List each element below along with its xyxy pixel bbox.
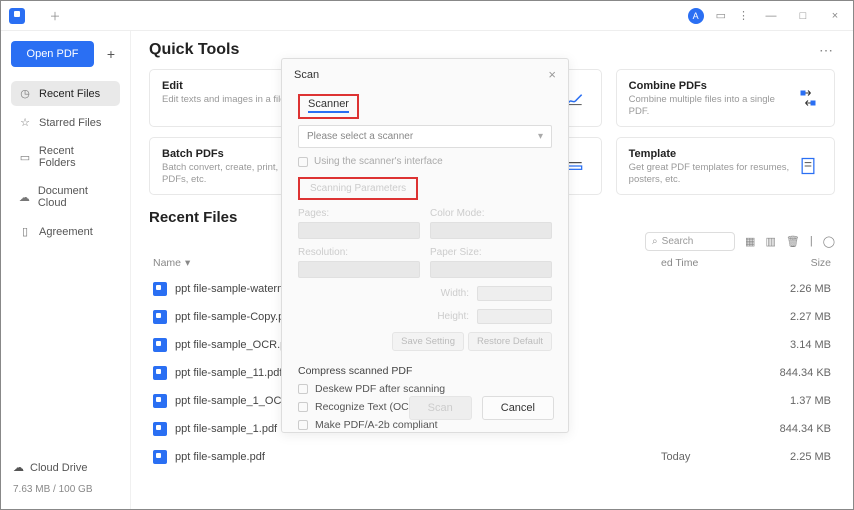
sidebar-item-agreement[interactable]: ▯ Agreement (11, 219, 120, 244)
close-icon[interactable]: × (548, 67, 556, 82)
sort-icon[interactable]: | (810, 235, 813, 248)
open-pdf-button[interactable]: Open PDF (11, 41, 94, 67)
file-name: ppt file-sample.pdf (175, 451, 661, 463)
sidebar-item-label: Agreement (39, 226, 93, 238)
tool-title: Combine PDFs (629, 80, 794, 92)
kebab-menu-icon[interactable]: ⋮ (738, 9, 749, 22)
height-label: Height: (429, 311, 469, 322)
file-size: 1.37 MB (761, 395, 831, 407)
comment-icon[interactable]: ▭ (716, 9, 726, 22)
sidebar-item-label: Recent Files (39, 88, 100, 100)
clock-icon: ◷ (18, 87, 32, 100)
more-dots-button[interactable]: ⋯ (819, 42, 835, 59)
sidebar-item-label: Starred Files (39, 117, 101, 129)
scan-dialog: Scan × Scanner Please select a scanner ▾… (281, 58, 569, 433)
sidebar-item-starred-files[interactable]: ☆ Starred Files (11, 110, 120, 135)
scanning-parameters-highlight: Scanning Parameters (298, 177, 418, 200)
cloud-drive-link[interactable]: ☁ Cloud Drive (11, 455, 120, 480)
file-icon (153, 338, 167, 352)
checkbox-icon (298, 402, 308, 412)
file-icon (153, 422, 167, 436)
file-size: 844.34 KB (761, 367, 831, 379)
restore-default-button[interactable]: Restore Default (468, 332, 552, 351)
tool-card-template[interactable]: Template Get great PDF templates for res… (616, 137, 835, 195)
file-icon (153, 450, 167, 464)
file-size: 2.26 MB (761, 283, 831, 295)
sidebar: Open PDF + ◷ Recent Files ☆ Starred File… (1, 31, 131, 509)
checkbox-icon (298, 420, 308, 430)
height-input[interactable] (477, 309, 552, 324)
paper-size-input[interactable] (430, 261, 552, 278)
resolution-input[interactable] (298, 261, 420, 278)
chevron-down-icon: ▾ (538, 131, 543, 142)
tool-card-combine-pdfs[interactable]: Combine PDFs Combine multiple files into… (616, 69, 835, 127)
trash-icon[interactable]: 🗑 (786, 235, 800, 248)
doc-icon: ▯ (18, 225, 32, 238)
color-mode-input[interactable] (430, 222, 552, 239)
scanner-select[interactable]: Please select a scanner ▾ (298, 125, 552, 148)
storage-text: 7.63 MB / 100 GB (11, 480, 120, 499)
deskew-checkbox[interactable]: Deskew PDF after scanning (298, 383, 552, 395)
width-input[interactable] (477, 286, 552, 301)
pdfa-checkbox[interactable]: Make PDF/A-2b compliant (298, 419, 552, 431)
add-button[interactable]: + (102, 45, 120, 63)
app-logo-icon (9, 8, 25, 24)
close-button[interactable]: × (825, 10, 845, 22)
tool-desc: Get great PDF templates for resumes, pos… (629, 162, 794, 187)
sort-caret-icon: ▾ (185, 257, 190, 269)
sidebar-item-recent-folders[interactable]: ▭ Recent Folders (11, 139, 120, 175)
table-row[interactable]: ppt file-sample.pdf Today 2.25 MB (149, 443, 835, 471)
user-avatar[interactable]: A (688, 8, 704, 24)
file-icon (153, 366, 167, 380)
refresh-icon[interactable]: ◯ (823, 235, 835, 248)
file-size: 3.14 MB (761, 339, 831, 351)
quick-tools-title: Quick Tools (149, 41, 239, 59)
new-tab-button[interactable]: ＋ (47, 8, 63, 24)
pages-input[interactable] (298, 222, 420, 239)
template-icon (794, 148, 822, 184)
combine-icon (794, 80, 822, 116)
col-time-header[interactable]: ed Time (661, 257, 761, 269)
resolution-label: Resolution: (298, 247, 420, 258)
tool-desc: Combine multiple files into a single PDF… (629, 94, 794, 119)
tool-title: Template (629, 148, 794, 160)
titlebar: ＋ A ▭ ⋮ — □ × (1, 1, 853, 31)
maximize-button[interactable]: □ (793, 10, 813, 22)
view-list-icon[interactable]: ▦ (745, 235, 755, 248)
file-size: 2.25 MB (761, 451, 831, 463)
sidebar-item-recent-files[interactable]: ◷ Recent Files (11, 81, 120, 106)
star-icon: ☆ (18, 116, 32, 129)
paper-size-label: Paper Size: (430, 247, 552, 258)
cloud-icon: ☁ (18, 191, 31, 204)
file-icon (153, 394, 167, 408)
compress-title: Compress scanned PDF (298, 365, 552, 377)
file-icon (153, 310, 167, 324)
width-label: Width: (429, 288, 469, 299)
scanner-tab-highlight[interactable]: Scanner (298, 94, 359, 119)
cloud-icon: ☁ (13, 461, 24, 474)
view-grid-icon[interactable]: ▥ (765, 235, 775, 248)
save-setting-button[interactable]: Save Setting (392, 332, 464, 351)
dialog-title: Scan (294, 69, 319, 81)
scan-button[interactable]: Scan (409, 396, 472, 420)
use-scanner-interface-checkbox[interactable]: Using the scanner's interface (298, 156, 552, 167)
col-size-header[interactable]: Size (761, 257, 831, 269)
checkbox-icon (298, 157, 308, 167)
minimize-button[interactable]: — (761, 10, 781, 22)
cancel-button[interactable]: Cancel (482, 396, 554, 420)
pages-label: Pages: (298, 208, 420, 219)
file-icon (153, 282, 167, 296)
file-size: 2.27 MB (761, 311, 831, 323)
checkbox-icon (298, 384, 308, 394)
file-time: Today (661, 451, 761, 463)
file-size: 844.34 KB (761, 423, 831, 435)
folder-icon: ▭ (18, 151, 32, 164)
sidebar-item-document-cloud[interactable]: ☁ Document Cloud (11, 179, 120, 215)
search-input[interactable]: ⌕ Search (645, 232, 735, 251)
sidebar-item-label: Recent Folders (39, 145, 113, 169)
sidebar-item-label: Document Cloud (38, 185, 113, 209)
search-icon: ⌕ (652, 236, 658, 247)
color-mode-label: Color Mode: (430, 208, 552, 219)
